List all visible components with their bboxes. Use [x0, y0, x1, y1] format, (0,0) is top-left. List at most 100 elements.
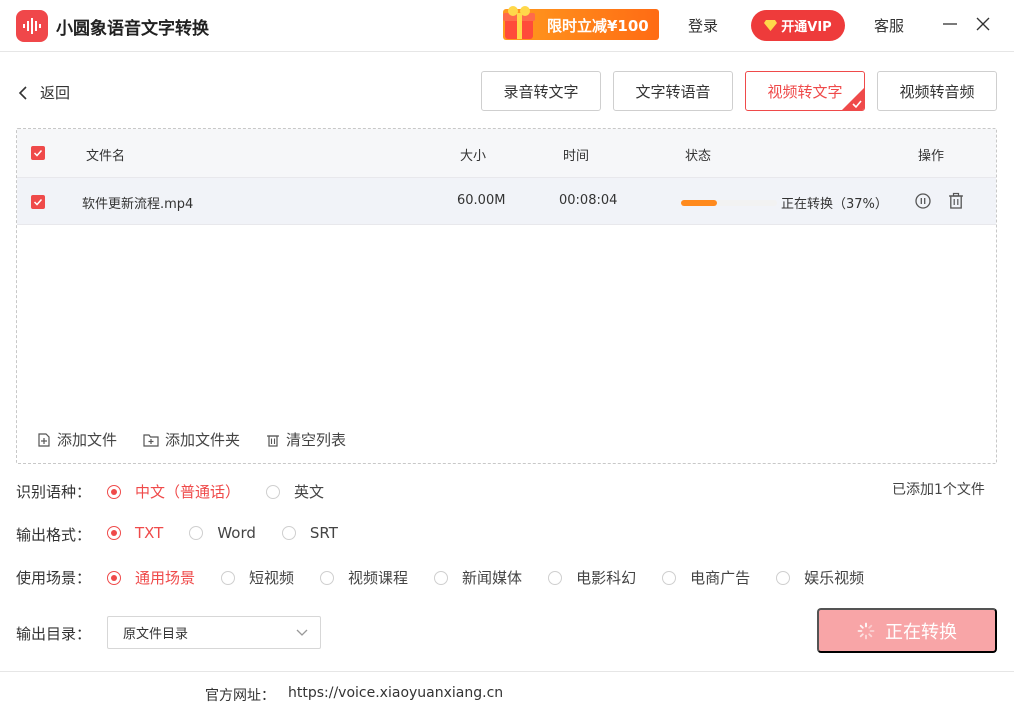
- header-size: 大小: [460, 149, 487, 164]
- radio-label: 电商广告: [690, 569, 751, 587]
- add-folder-icon: [143, 433, 159, 447]
- radio-ecommerce-ad[interactable]: 电商广告: [662, 567, 750, 588]
- radio-label: 电影科幻: [576, 569, 637, 587]
- add-file-button[interactable]: 添加文件: [37, 429, 117, 450]
- file-list: 文件名 大小 时间 状态 操作 软件更新流程.mp4 60.00M 00:08:…: [16, 128, 997, 464]
- close-icon[interactable]: [974, 14, 992, 34]
- radio-dot: [221, 570, 236, 585]
- login-link[interactable]: 登录: [688, 15, 718, 36]
- radio-news-media[interactable]: 新闻媒体: [434, 567, 522, 588]
- clear-list-button[interactable]: 清空列表: [266, 429, 346, 450]
- site-url-link[interactable]: https://voice.xiaoyuanxiang.cn: [288, 685, 503, 701]
- footer: 官方网址： https://voice.xiaoyuanxiang.cn: [0, 671, 1014, 709]
- chevron-down-icon: [296, 629, 308, 636]
- radio-label: 中文（普通话）: [135, 483, 241, 501]
- tab-text-to-speech[interactable]: 文字转语音: [613, 71, 733, 111]
- check-icon: [852, 100, 862, 109]
- back-label: 返回: [40, 84, 71, 102]
- pause-icon[interactable]: [914, 192, 932, 210]
- radio-word[interactable]: Word: [189, 524, 256, 542]
- radio-dot: [281, 526, 296, 540]
- tab-video-to-text[interactable]: 视频转文字: [745, 71, 865, 111]
- clear-list-label: 清空列表: [286, 431, 347, 449]
- header-status: 状态: [685, 149, 712, 164]
- file-list-header: 文件名 大小 时间 状态 操作: [17, 129, 996, 177]
- radio-label: 短视频: [249, 569, 295, 587]
- check-icon: [33, 149, 43, 157]
- radio-dot: [189, 526, 204, 540]
- header-actions: 操作: [918, 149, 945, 164]
- trash-icon: [267, 434, 280, 447]
- header-name: 文件名: [86, 149, 126, 164]
- format-label: 输出格式：: [16, 526, 92, 544]
- radio-label: Word: [217, 524, 256, 542]
- output-dir-label: 输出目录：: [16, 625, 92, 643]
- file-size: 60.00M: [457, 193, 506, 208]
- radio-dot: [107, 570, 121, 585]
- trash-icon[interactable]: [947, 192, 965, 210]
- radio-dot: [776, 570, 791, 585]
- radio-dot: [320, 570, 335, 585]
- format-radio-group: TXT Word SRT: [107, 524, 364, 542]
- radio-english[interactable]: 英文: [266, 481, 324, 502]
- radio-srt[interactable]: SRT: [281, 524, 338, 542]
- select-all-checkbox[interactable]: [31, 146, 45, 160]
- promo-banner[interactable]: 限时立减¥100: [503, 6, 659, 40]
- site-label: 官方网址：: [205, 688, 275, 704]
- tab-label: 录音转文字: [503, 82, 579, 101]
- radio-dot: [107, 484, 121, 499]
- progress-bar: [681, 200, 777, 206]
- row-checkbox[interactable]: [31, 195, 45, 209]
- header-time: 时间: [563, 149, 590, 164]
- add-file-label: 添加文件: [57, 431, 118, 449]
- app-title: 小圆象语音文字转换: [56, 19, 209, 39]
- add-folder-button[interactable]: 添加文件夹: [143, 429, 240, 450]
- file-list-actions: 添加文件 添加文件夹 清空列表: [37, 429, 346, 450]
- vip-button[interactable]: 开通VIP: [751, 10, 845, 41]
- radio-chinese[interactable]: 中文（普通话）: [107, 481, 240, 502]
- app-logo-icon: [16, 10, 48, 42]
- radio-txt[interactable]: TXT: [107, 524, 163, 542]
- language-label: 识别语种：: [16, 483, 92, 501]
- radio-video-course[interactable]: 视频课程: [320, 567, 408, 588]
- tab-label: 视频转音频: [899, 82, 975, 101]
- promo-label: 限时立减¥100: [547, 17, 649, 35]
- radio-dot: [548, 570, 563, 585]
- added-count: 已添加1个文件: [892, 482, 985, 498]
- radio-label: SRT: [309, 524, 338, 542]
- radio-label: TXT: [135, 524, 164, 542]
- table-row: 软件更新流程.mp4 60.00M 00:08:04 正在转换（37%）: [17, 177, 996, 225]
- diamond-icon: [764, 20, 778, 31]
- spinner-icon: [857, 622, 875, 639]
- tab-audio-to-text[interactable]: 录音转文字: [481, 71, 601, 111]
- radio-label: 通用场景: [135, 569, 196, 587]
- radio-general[interactable]: 通用场景: [107, 567, 195, 588]
- convert-button[interactable]: 正在转换: [817, 608, 997, 653]
- add-folder-label: 添加文件夹: [165, 431, 241, 449]
- back-button[interactable]: 返回: [18, 82, 70, 103]
- radio-sci-fi[interactable]: 电影科幻: [548, 567, 636, 588]
- scene-label: 使用场景：: [16, 569, 92, 587]
- radio-dot: [434, 570, 449, 585]
- scene-radio-group: 通用场景 短视频 视频课程 新闻媒体 电影科幻 电商广告 娱乐视频: [107, 567, 890, 588]
- chevron-left-icon: [18, 85, 27, 100]
- radio-label: 娱乐视频: [804, 569, 865, 587]
- tab-label: 视频转文字: [767, 82, 843, 101]
- output-dir-select[interactable]: 原文件目录: [107, 616, 321, 649]
- progress-fill: [681, 200, 717, 206]
- radio-label: 新闻媒体: [462, 569, 523, 587]
- tab-label: 文字转语音: [635, 82, 711, 101]
- radio-dot: [266, 484, 281, 499]
- convert-label: 正在转换: [885, 621, 957, 643]
- language-radio-group: 中文（普通话） 英文: [107, 481, 350, 502]
- file-name: 软件更新流程.mp4: [82, 197, 194, 212]
- minimize-icon[interactable]: [941, 14, 959, 34]
- file-status: 正在转换（37%）: [781, 197, 888, 212]
- radio-short-video[interactable]: 短视频: [221, 567, 294, 588]
- add-file-icon: [38, 432, 50, 447]
- support-link[interactable]: 客服: [874, 15, 904, 36]
- tab-video-to-audio[interactable]: 视频转音频: [877, 71, 997, 111]
- radio-entertainment[interactable]: 娱乐视频: [776, 567, 864, 588]
- output-dir-value: 原文件目录: [123, 627, 189, 642]
- gift-icon: [503, 6, 535, 39]
